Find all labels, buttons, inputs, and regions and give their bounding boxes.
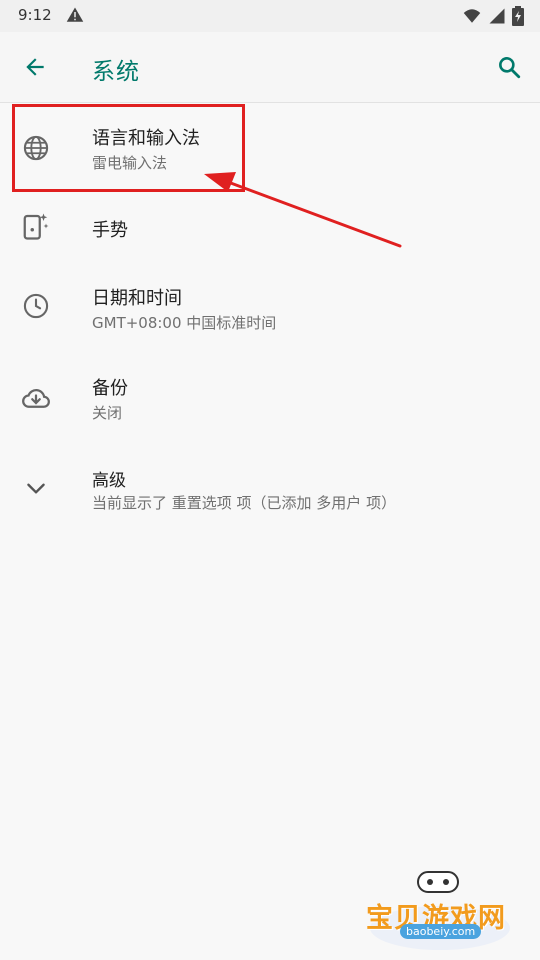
settings-item-advanced[interactable]: 高级 当前显示了 重置选项 项（已添加 多用户 项）	[0, 450, 540, 530]
cloud-backup-icon	[20, 382, 52, 414]
item-title: 备份	[92, 378, 128, 399]
item-subtitle: 当前显示了 重置选项 项（已添加 多用户 项）	[92, 494, 397, 512]
chevron-down-icon	[20, 472, 52, 504]
watermark-url: baobeiy.com	[400, 924, 482, 939]
item-subtitle: 关闭	[92, 404, 123, 422]
annotation-arrow	[204, 172, 402, 248]
watermark-logo: 宝贝游戏网 baobeiy.com	[360, 868, 520, 958]
item-subtitle: GMT+08:00 中国标准时间	[92, 314, 277, 332]
settings-item-backup[interactable]: 备份 关闭	[0, 360, 540, 448]
item-title: 高级	[92, 471, 126, 491]
